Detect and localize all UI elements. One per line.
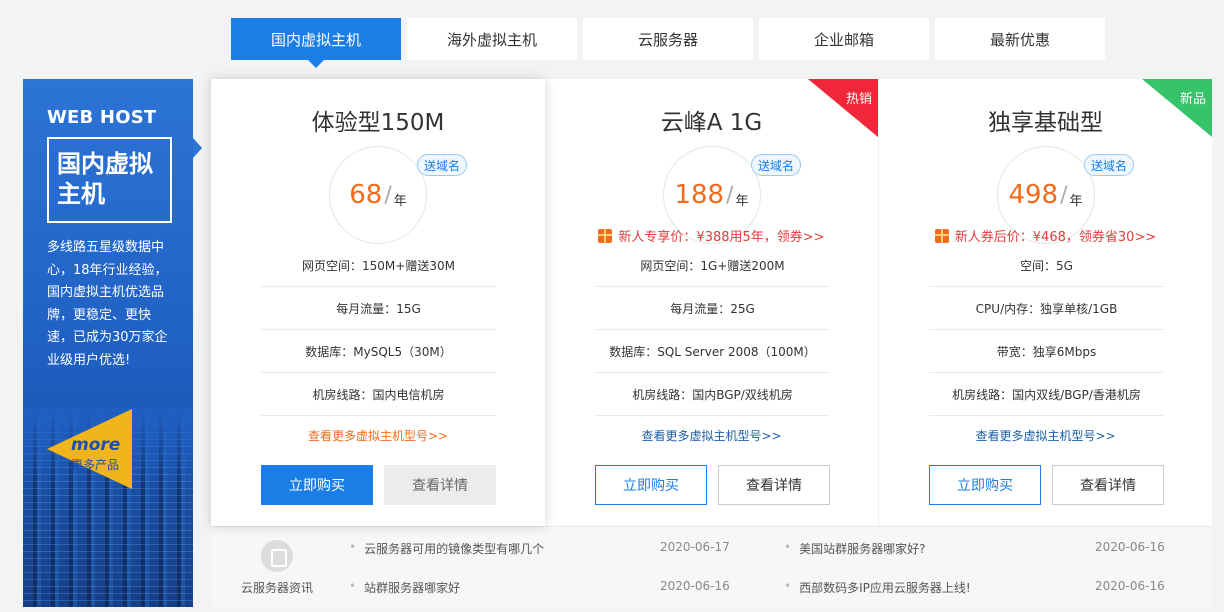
news-date: 2020-06-16 (660, 579, 730, 593)
price-separator: / (726, 182, 734, 208)
spec-item: 网页空间：150M+赠送30M (261, 244, 496, 287)
price-unit: 年 (1069, 193, 1083, 209)
news-item[interactable]: • 美国站群服务器哪家好? (784, 540, 925, 557)
view-details-button[interactable]: 查看详情 (1052, 465, 1164, 505)
banner-description: 多线路五星级数据中心，18年行业经验，国内虚拟主机优选品牌，更稳定、更快速，已成… (47, 240, 168, 368)
more-models-link[interactable]: 查看更多虚拟主机型号>> (545, 427, 878, 444)
news-title: 站群服务器哪家好 (364, 581, 461, 595)
free-domain-badge: 送域名 (1084, 154, 1134, 176)
spec-item: 每月流量：25G (595, 287, 830, 330)
tab-cloud-server[interactable]: 云服务器 (583, 18, 753, 60)
news-section-label: 云服务器资讯 (241, 581, 314, 595)
banner-pointer-arrow (193, 138, 202, 158)
spec-item: 每月流量：15G (261, 287, 496, 330)
spec-item: 网页空间：1G+赠送200M (595, 244, 830, 287)
news-bar: 云服务器资讯 • 云服务器可用的镜像类型有哪几个 2020-06-17 • 美国站群… (211, 526, 1212, 607)
news-date: 2020-06-16 (1095, 540, 1165, 554)
news-icon (261, 540, 293, 572)
promo-text: 新人专享价：¥388用5年，领券>> (618, 230, 825, 245)
spec-item: 数据库：MySQL5（30M） (261, 330, 496, 373)
card-title: 云峰A 1G (660, 110, 763, 136)
spec-item: 数据库：SQL Server 2008（100M） (595, 330, 830, 373)
tab-latest-offers[interactable]: 最新优惠 (935, 18, 1105, 60)
news-date: 2020-06-16 (1095, 579, 1165, 593)
gift-icon (934, 229, 949, 243)
spec-item: 空间：5G (929, 244, 1164, 287)
bullet-icon: • (784, 540, 792, 554)
banner-title: 国内虚拟主机 (47, 137, 172, 223)
spec-list: 网页空间：1G+赠送200M 每月流量：25G 数据库：SQL Server 2… (595, 244, 830, 416)
more-models-link[interactable]: 查看更多虚拟主机型号>> (211, 427, 545, 444)
price-separator: / (1060, 182, 1068, 208)
gift-icon (598, 229, 613, 243)
product-card-1: 体验型150M 68 / 年 送域名 网页空间：150M+赠送30M 每月流量：… (211, 79, 545, 526)
view-details-button[interactable]: 查看详情 (718, 465, 830, 505)
bullet-icon: • (349, 579, 357, 593)
news-item[interactable]: • 站群服务器哪家好 (349, 579, 460, 596)
price-unit: 年 (393, 193, 407, 209)
news-item[interactable]: • 云服务器可用的镜像类型有哪几个 (349, 540, 544, 557)
bullet-icon: • (784, 579, 792, 593)
product-card-2: 热销 云峰A 1G 188 / 年 送域名 新人专享价：¥388用5年，领券>>… (545, 79, 879, 526)
promo-text: 新人券后价：¥468，领券省30>> (954, 230, 1157, 245)
tab-domestic-hosting[interactable]: 国内虚拟主机 (231, 18, 401, 68)
product-tabs: 国内虚拟主机 海外虚拟主机 云服务器 企业邮箱 最新优惠 (231, 18, 1105, 68)
more-models-link[interactable]: 查看更多虚拟主机型号>> (879, 427, 1212, 444)
spec-list: 空间：5G CPU/内存：独享单核/1GB 带宽：独享6Mbps 机房线路：国内… (929, 244, 1164, 416)
tab-overseas-hosting[interactable]: 海外虚拟主机 (407, 18, 577, 60)
view-details-button[interactable]: 查看详情 (384, 465, 496, 505)
price-circle: 68 / 年 (329, 146, 427, 244)
tab-enterprise-mail[interactable]: 企业邮箱 (759, 18, 929, 60)
news-title: 西部数码多IP应用云服务器上线! (799, 581, 971, 595)
price-separator: / (384, 182, 392, 208)
spec-list: 网页空间：150M+赠送30M 每月流量：15G 数据库：MySQL5（30M）… (261, 244, 496, 416)
hosting-banner: WEB HOST 国内虚拟主机 多线路五星级数据中心，18年行业经验，国内虚拟主… (23, 79, 193, 607)
card-title: 体验型150M (311, 110, 445, 136)
free-domain-badge: 送域名 (417, 154, 467, 176)
price-unit: 年 (735, 193, 749, 209)
news-item[interactable]: • 西部数码多IP应用云服务器上线! (784, 579, 971, 596)
buy-now-button[interactable]: 立即购买 (595, 465, 707, 505)
free-domain-badge: 送域名 (751, 154, 801, 176)
card-title: 独享基础型 (988, 110, 1103, 136)
spec-item: CPU/内存：独享单核/1GB (929, 287, 1164, 330)
banner-en-title: WEB HOST (47, 107, 157, 128)
promo-link[interactable]: 新人券后价：¥468，领券省30>> (879, 226, 1212, 245)
price-value: 188 (674, 180, 725, 210)
news-title: 云服务器可用的镜像类型有哪几个 (364, 542, 545, 556)
more-label-cn: 更多产品 (71, 458, 120, 472)
news-title: 美国站群服务器哪家好? (799, 542, 926, 556)
bullet-icon: • (349, 540, 357, 554)
spec-item: 机房线路：国内BGP/双线机房 (595, 373, 830, 416)
buy-now-button[interactable]: 立即购买 (929, 465, 1041, 505)
spec-item: 机房线路：国内电信机房 (261, 373, 496, 416)
price-value: 498 (1008, 180, 1059, 210)
spec-item: 带宽：独享6Mbps (929, 330, 1164, 373)
more-products-button[interactable]: more 更多产品 (47, 409, 132, 489)
promo-link[interactable]: 新人专享价：¥388用5年，领券>> (545, 226, 878, 245)
news-date: 2020-06-17 (660, 540, 730, 554)
product-card-3: 新品 独享基础型 498 / 年 送域名 新人券后价：¥468，领券省30>> … (879, 79, 1212, 526)
spec-item: 机房线路：国内双线/BGP/香港机房 (929, 373, 1164, 416)
price-value: 68 (349, 180, 383, 210)
more-label-en: more (71, 435, 121, 455)
buy-now-button[interactable]: 立即购买 (261, 465, 373, 505)
